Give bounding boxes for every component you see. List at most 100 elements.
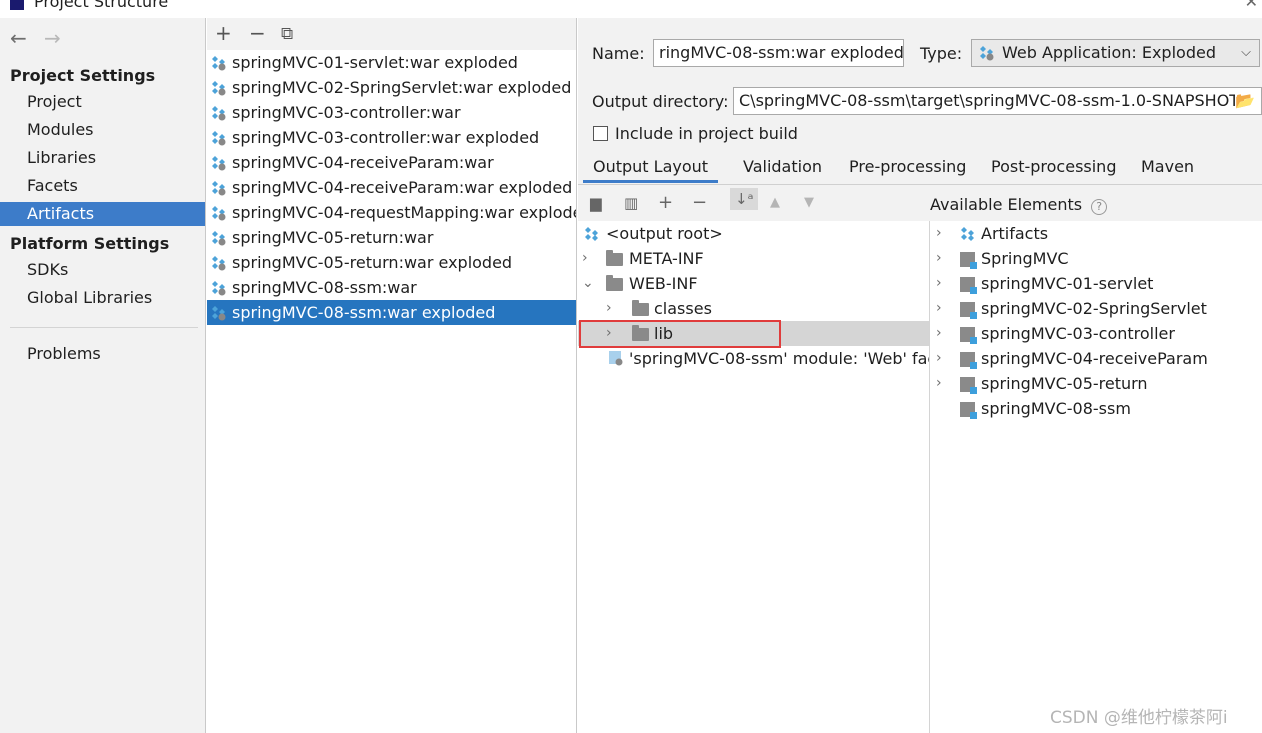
artifact-diamond-icon [961, 227, 974, 241]
artifact-list-item[interactable]: springMVC-05-return:war [207, 225, 576, 250]
sidebar-item-modules[interactable]: Modules [0, 118, 205, 142]
web-artifact-icon [212, 306, 226, 321]
chevron-right-icon[interactable]: › [936, 246, 946, 271]
chevron-right-icon[interactable]: › [582, 246, 592, 271]
app-icon [10, 0, 24, 10]
web-artifact-icon [212, 56, 226, 71]
artifact-list-item[interactable]: springMVC-03-controller:war exploded [207, 125, 576, 150]
chevron-right-icon[interactable]: › [606, 296, 616, 321]
artifact-name: springMVC-04-receiveParam:war [232, 153, 494, 172]
remove-icon[interactable]: − [249, 21, 266, 45]
remove-element-icon[interactable]: − [692, 192, 707, 213]
name-label: Name: [592, 44, 645, 63]
forward-arrow-icon[interactable]: → [44, 26, 78, 50]
tab-post-processing[interactable]: Post-processing [991, 157, 1116, 183]
add-element-icon[interactable]: + [658, 192, 673, 213]
folder-browse-icon[interactable]: 📂 [1235, 88, 1259, 114]
artifact-list-item[interactable]: springMVC-08-ssm:war [207, 275, 576, 300]
web-artifact-icon [212, 281, 226, 296]
sidebar-item-problems[interactable]: Problems [0, 342, 205, 366]
available-element-label: SpringMVC [981, 249, 1069, 268]
sidebar-item-libraries[interactable]: Libraries [0, 146, 205, 170]
module-icon [960, 402, 977, 419]
module-icon [960, 252, 977, 269]
create-archive-icon[interactable]: ▥ [624, 194, 638, 212]
available-element-item[interactable]: springMVC-08-ssm [936, 396, 1256, 421]
title-bar: Project Structure ✕ [0, 0, 1262, 14]
tab-output-layout[interactable]: Output Layout [583, 157, 719, 183]
artifact-list-item[interactable]: springMVC-03-controller:war [207, 100, 576, 125]
artifact-name: springMVC-04-receiveParam:war exploded [232, 178, 573, 197]
artifact-list-item[interactable]: springMVC-04-requestMapping:war exploded [207, 200, 576, 225]
artifact-list-item[interactable]: springMVC-04-receiveParam:war [207, 150, 576, 175]
chevron-down-icon[interactable]: ⌄ [582, 271, 594, 296]
move-up-icon[interactable]: ▲ [770, 195, 780, 210]
tree-meta-inf[interactable]: › META-INF [582, 246, 922, 271]
tree-output-root[interactable]: <output root> [584, 221, 723, 246]
copy-icon[interactable]: ⧉ [281, 24, 293, 44]
output-directory-field[interactable]: C\springMVC-08-ssm\target\springMVC-08-s… [733, 87, 1262, 115]
available-element-item[interactable]: › springMVC-01-servlet [936, 271, 1256, 296]
artifact-name: springMVC-03-controller:war [232, 103, 461, 122]
artifact-list-item[interactable]: springMVC-05-return:war exploded [207, 250, 576, 275]
tab-validation[interactable]: Validation [743, 157, 822, 183]
web-artifact-icon [212, 206, 226, 221]
available-element-item[interactable]: › springMVC-03-controller [936, 321, 1256, 346]
close-icon[interactable]: ✕ [1245, 0, 1258, 11]
chevron-right-icon[interactable]: › [936, 321, 946, 346]
available-element-item[interactable]: › SpringMVC [936, 246, 1256, 271]
tab-divider [578, 184, 1262, 185]
artifact-list-panel: + − ⧉ springMVC-01-servlet:war exploded s… [207, 18, 577, 733]
chevron-right-icon[interactable]: › [936, 346, 946, 371]
chevron-right-icon[interactable]: › [936, 271, 946, 296]
artifact-list-item[interactable]: springMVC-02-SpringServlet:war exploded [207, 75, 576, 100]
facet-resources-label: 'springMVC-08-ssm' module: 'Web' facet r… [629, 349, 929, 368]
sidebar-item-artifacts[interactable]: Artifacts [0, 202, 205, 226]
create-directory-icon[interactable]: ▆ [590, 194, 602, 212]
move-down-icon[interactable]: ▼ [804, 195, 814, 210]
chevron-right-icon[interactable]: › [936, 371, 946, 396]
name-field[interactable]: ringMVC-08-ssm:war exploded [653, 39, 904, 67]
sort-icon[interactable]: ↓ᵃ [730, 188, 759, 210]
artifact-list-item[interactable]: springMVC-08-ssm:war exploded [207, 300, 576, 325]
artifact-name: springMVC-08-ssm:war exploded [232, 303, 496, 322]
web-artifact-icon [212, 106, 226, 121]
type-label: Type: [920, 44, 963, 63]
available-element-item[interactable]: › springMVC-02-SpringServlet [936, 296, 1256, 321]
tree-web-inf[interactable]: ⌄ WEB-INF [582, 271, 922, 296]
folder-icon [606, 250, 623, 266]
artifact-name: springMVC-05-return:war exploded [232, 253, 513, 272]
include-build-checkbox[interactable] [593, 126, 608, 141]
available-element-item[interactable]: › Artifacts [936, 221, 1256, 246]
chevron-right-icon[interactable]: › [936, 221, 946, 246]
back-arrow-icon[interactable]: ← [10, 26, 44, 50]
web-artifact-icon [212, 256, 226, 271]
module-icon [960, 377, 977, 394]
artifact-list-item[interactable]: springMVC-04-receiveParam:war exploded [207, 175, 576, 200]
output-directory-label: Output directory: [592, 92, 729, 111]
artifact-name: springMVC-05-return:war [232, 228, 434, 247]
artifact-name: springMVC-02-SpringServlet:war exploded [232, 78, 572, 97]
layout-toolbar: ▆ ▥ + − ↓ᵃ ▲ ▼ [578, 186, 930, 221]
type-select[interactable]: Web Application: Exploded ⌵ [971, 39, 1260, 67]
sidebar-item-global-libraries[interactable]: Global Libraries [0, 286, 205, 310]
tab-pre-processing[interactable]: Pre-processing [849, 157, 966, 183]
help-icon[interactable]: ? [1091, 199, 1108, 215]
sidebar-divider [10, 327, 198, 328]
folder-icon [606, 275, 623, 291]
available-element-item[interactable]: › springMVC-04-receiveParam [936, 346, 1256, 371]
watermark: CSDN @维他柠檬茶阿i [1050, 708, 1228, 728]
tab-maven[interactable]: Maven [1141, 157, 1194, 183]
sidebar-item-project[interactable]: Project [0, 90, 205, 114]
tree-classes[interactable]: › classes [606, 296, 926, 321]
module-icon [960, 327, 977, 344]
sidebar-item-facets[interactable]: Facets [0, 174, 205, 198]
web-inf-label: WEB-INF [629, 274, 698, 293]
window-title: Project Structure [34, 0, 169, 11]
available-element-item[interactable]: › springMVC-05-return [936, 371, 1256, 396]
artifact-list-item[interactable]: springMVC-01-servlet:war exploded [207, 50, 576, 75]
tree-facet-resources[interactable]: 'springMVC-08-ssm' module: 'Web' facet r… [608, 346, 929, 371]
add-icon[interactable]: + [215, 21, 232, 45]
chevron-right-icon[interactable]: › [936, 296, 946, 321]
sidebar-item-sdks[interactable]: SDKs [0, 258, 205, 282]
